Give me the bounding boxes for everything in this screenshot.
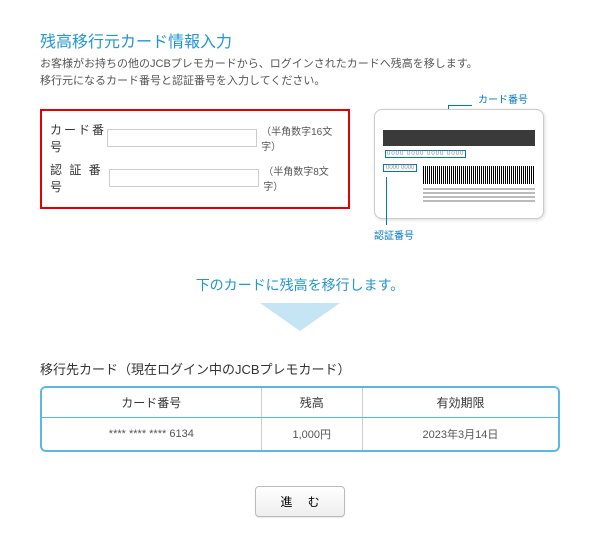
card-number-input[interactable]: [107, 129, 257, 147]
page-title: 残高移行元カード情報入力: [40, 28, 560, 52]
card-illustration-area: カード番号 0000 0000 0000 0000 0000 0000 認証番号: [358, 109, 558, 219]
desc-line1: お客様がお持ちの他のJCBプレモカードから、ログインされたカードへ残高を移します…: [40, 58, 478, 70]
auth-number-label: 認 証 番 号: [50, 161, 109, 195]
magnetic-stripe: [383, 130, 535, 146]
col-card-number: カード番号: [42, 388, 261, 418]
sample-card-number: 0000 0000 0000 0000: [385, 150, 466, 158]
col-expiry: 有効期限: [362, 388, 558, 418]
cell-card-number: **** **** **** 6134: [42, 418, 261, 451]
sample-auth-number: 0000 0000: [383, 164, 417, 172]
card-back-illustration: 0000 0000 0000 0000 0000 0000: [374, 109, 544, 219]
auth-number-hint: （半角数字8文字）: [263, 163, 340, 193]
transfer-direction-text: 下のカードに残高を移行します。: [40, 275, 560, 295]
page-description: お客様がお持ちの他のJCBプレモカードから、ログインされたカードへ残高を移します…: [40, 56, 560, 89]
proceed-button[interactable]: 進 む: [255, 486, 344, 517]
barcode-icon: [423, 166, 535, 184]
callout-auth-number: 認証番号: [374, 227, 414, 242]
table-row: **** **** **** 6134 1,000円 2023年3月14日: [42, 418, 558, 451]
card-number-label: カード番号: [50, 121, 107, 155]
card-fine-print: [423, 188, 535, 204]
source-card-input-box: カード番号 （半角数字16文字） 認 証 番 号 （半角数字8文字）: [40, 109, 350, 209]
callout-card-number: カード番号: [478, 91, 528, 106]
auth-number-input[interactable]: [109, 169, 259, 187]
card-number-hint: （半角数字16文字）: [261, 123, 340, 153]
down-arrow-icon: [260, 303, 340, 331]
col-balance: 残高: [261, 388, 362, 418]
cell-expiry: 2023年3月14日: [362, 418, 558, 451]
cell-balance: 1,000円: [261, 418, 362, 451]
destination-card-title: 移行先カード（現在ログイン中のJCBプレモカード）: [40, 359, 560, 378]
destination-card-table: カード番号 残高 有効期限 **** **** **** 6134 1,000円…: [40, 386, 560, 452]
desc-line2: 移行元になるカード番号と認証番号を入力してください。: [40, 75, 325, 87]
